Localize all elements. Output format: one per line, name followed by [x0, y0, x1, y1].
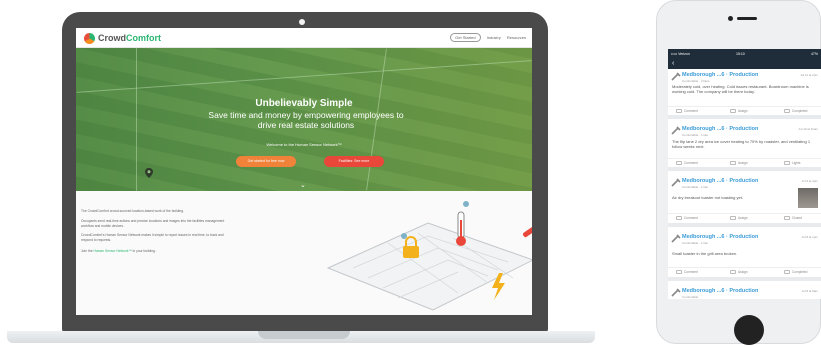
check-icon [784, 216, 790, 221]
assign-icon [730, 270, 736, 275]
nav-resources-link[interactable]: Resources [507, 35, 526, 40]
nav-get-started-button[interactable]: Get Started [450, 33, 481, 42]
phone-home-button[interactable] [734, 315, 764, 345]
feed-post[interactable]: Medborough ...6 · Production Jul 10 at 1… [668, 123, 821, 171]
get-started-button[interactable]: Get started for free now [236, 156, 296, 167]
hero-welcome: Welcome to the Human Sensor Network™ [266, 142, 342, 147]
post-time: Jul 8 at 1pm [801, 235, 818, 239]
map-road [136, 48, 137, 191]
comment-button[interactable]: Comment [676, 216, 698, 221]
post-title[interactable]: Medborough ...6 · Production [682, 288, 758, 294]
laptop-camera [299, 19, 305, 25]
brand-logo-link[interactable]: CrowdComfort [84, 32, 161, 44]
hero-title: Unbelievably Simple [255, 98, 353, 109]
assign-button[interactable]: Assign [730, 109, 748, 114]
phone-screen: ••••• Verizon 15:10 47% ‹ Medborough ...… [668, 49, 821, 299]
hsn-link[interactable]: Human Sensor Network™ [93, 249, 131, 253]
hero-subtitle: Save time and money by empowering employ… [208, 110, 404, 130]
comment-button[interactable]: Comment [676, 161, 698, 166]
promo-stage: CrowdComfort Get Started Industry Resour… [0, 0, 821, 347]
scroll-down-icon[interactable]: ⌄ [300, 181, 306, 189]
intro-paragraph: CrowdComfort's Human Sensor Network make… [81, 233, 224, 242]
laptop-screen: CrowdComfort Get Started Industry Resour… [76, 28, 532, 315]
checkbox-icon [784, 270, 790, 275]
intro-paragraph: Occupants send real-time actions and pre… [81, 219, 225, 228]
site-header: CrowdComfort Get Started Industry Resour… [76, 28, 532, 48]
phone-camera [728, 16, 733, 21]
clock-label: 15:10 [736, 52, 745, 56]
post-body: Air dry breakout toaster not toasting ye… [672, 195, 743, 200]
post-meta: Comfortable · 2 likes [682, 79, 710, 83]
comment-icon [676, 161, 682, 166]
assign-icon [730, 161, 736, 166]
comment-button[interactable]: Comment [676, 109, 698, 114]
comment-icon [676, 270, 682, 275]
crowdcomfort-logo-icon [84, 32, 95, 44]
see-more-button[interactable]: Facilities: See more [324, 156, 384, 167]
post-title[interactable]: Medborough ...6 · Production [682, 234, 758, 240]
status-bar: ••••• Verizon 15:10 47% [668, 49, 821, 59]
post-body: Moderately cold, over heating. Cold issu… [672, 84, 809, 94]
map-pin-icon [145, 168, 153, 178]
brand-name: CrowdComfort [98, 33, 161, 43]
site-nav: Get Started Industry Resources [450, 33, 526, 42]
floorplan-illustration [326, 201, 532, 311]
thermometer-icon [456, 211, 466, 246]
status-button[interactable]: Completed [784, 270, 807, 275]
nav-industry-link[interactable]: Industry [487, 35, 501, 40]
warning-icon [784, 161, 790, 166]
comment-icon [676, 109, 682, 114]
post-meta: Comfortable · 1 like [682, 133, 709, 137]
post-time: Jul 11 at 2pm [800, 73, 818, 77]
post-time: Jul 10 at 11am [798, 127, 818, 131]
assign-button[interactable]: Assign [730, 161, 748, 166]
assign-icon [730, 216, 736, 221]
assign-icon [730, 109, 736, 114]
feed-post[interactable]: Medborough ...6 · Production Jul 8 at 9a… [668, 285, 821, 299]
post-actions: Comment Assign Closed [668, 213, 821, 222]
post-meta: Comfortable [682, 295, 699, 299]
feed-post[interactable]: Medborough ...6 · Production Jul 9 at 4p… [668, 175, 821, 227]
app-navbar: ‹ [668, 59, 821, 69]
post-title[interactable]: Medborough ...6 · Production [682, 72, 758, 78]
post-meta: Comfortable · 1 like [682, 241, 709, 245]
post-meta: Comfortable · 1 like [682, 185, 709, 189]
hero-section: Unbelievably Simple Save time and money … [76, 48, 532, 191]
floorplan-walls [326, 222, 532, 311]
phone-speaker [737, 17, 757, 20]
wrench-icon [522, 219, 532, 238]
post-time: Jul 9 at 4pm [801, 179, 818, 183]
map-road [76, 60, 532, 93]
post-body: The flip lane 2 dry area ice cover heati… [672, 139, 811, 149]
post-photo[interactable] [798, 188, 818, 208]
back-icon[interactable]: ‹ [672, 60, 674, 67]
assign-button[interactable]: Assign [730, 270, 748, 275]
post-actions: Comment Assign Lights [668, 158, 821, 167]
wrench-icon [671, 288, 681, 297]
battery-label: 47% [810, 52, 818, 56]
status-button[interactable]: Lights [784, 161, 801, 166]
intro-paragraph: The CrowdComfort crowd-sourced location-… [81, 209, 184, 213]
post-title[interactable]: Medborough ...6 · Production [682, 126, 758, 132]
checkbox-icon [784, 109, 790, 114]
laptop-notch [258, 331, 350, 339]
wrench-icon [671, 126, 681, 135]
post-actions: Comment Assign Completed [668, 106, 821, 115]
wrench-icon [671, 178, 681, 187]
comment-button[interactable]: Comment [676, 270, 698, 275]
status-button[interactable]: Completed [784, 109, 807, 114]
status-button[interactable]: Closed [784, 216, 802, 221]
comment-icon [676, 216, 682, 221]
feed-post[interactable]: Medborough ...6 · Production Jul 8 at 1p… [668, 231, 821, 281]
post-actions: Comment Assign Completed [668, 267, 821, 276]
wrench-icon [671, 234, 681, 243]
intro-paragraph-join: Join the Human Sensor Network™ in your b… [81, 249, 156, 253]
post-time: Jul 8 at 9am [801, 289, 818, 293]
feed-post[interactable]: Medborough ...6 · Production Jul 11 at 2… [668, 69, 821, 119]
assign-button[interactable]: Assign [730, 216, 748, 221]
post-body: Small toaster in the grill area broken. [672, 251, 738, 256]
carrier-label: ••••• Verizon [671, 52, 690, 56]
wrench-icon [671, 72, 681, 81]
post-title[interactable]: Medborough ...6 · Production [682, 178, 758, 184]
